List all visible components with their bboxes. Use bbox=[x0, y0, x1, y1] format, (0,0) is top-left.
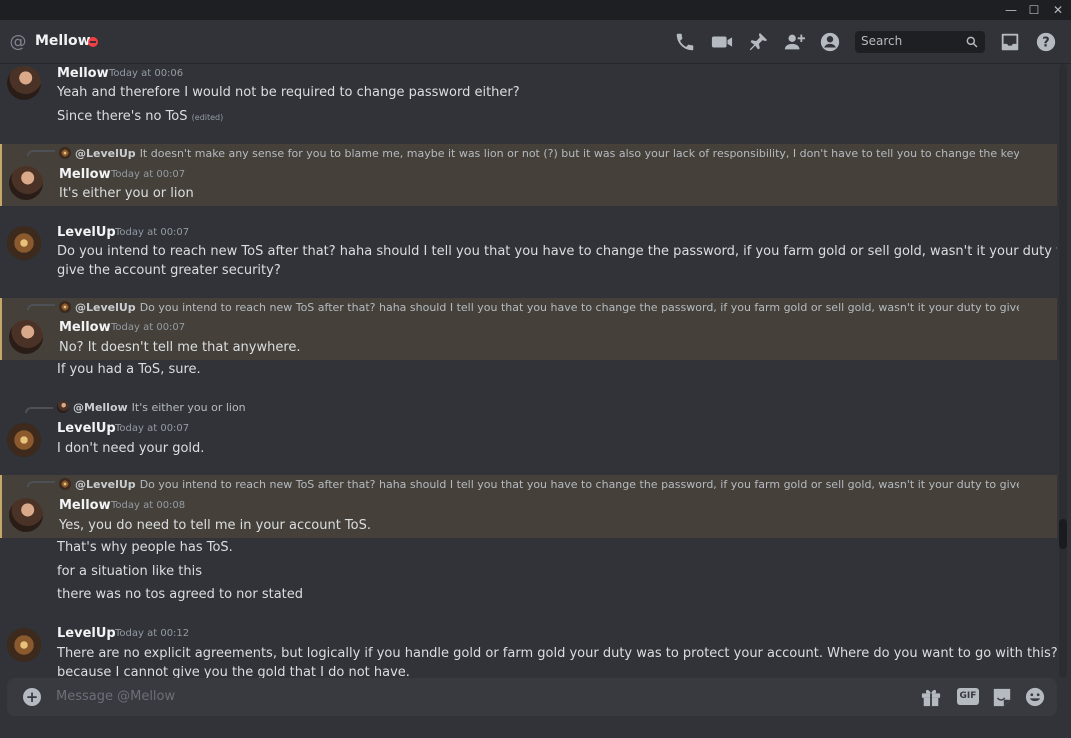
message: LevelUp Today at 00:12 There are no expl… bbox=[0, 624, 1057, 678]
avatar[interactable] bbox=[9, 320, 43, 354]
reply-avatar bbox=[59, 301, 71, 313]
message-text: because I cannot give you the gold that … bbox=[57, 665, 410, 678]
message-text: for a situation like this bbox=[57, 564, 202, 579]
message-text: It's either you or lion bbox=[59, 186, 194, 201]
message-text: There are no explicit agreements, but lo… bbox=[57, 646, 1057, 661]
message-highlighted: @LevelUp It doesn't make any sense for yo… bbox=[0, 144, 1057, 206]
message-timestamp: Today at 00:07 bbox=[111, 169, 186, 180]
message-list[interactable]: Mellow Today at 00:06 Yeah and therefore… bbox=[0, 64, 1057, 678]
dnd-status-icon bbox=[88, 37, 98, 47]
sticker-icon[interactable] bbox=[991, 687, 1013, 707]
scrollbar-thumb[interactable] bbox=[1059, 519, 1067, 549]
message: @Mellow It's either you or lion LevelUp T… bbox=[0, 397, 1057, 467]
avatar[interactable] bbox=[7, 423, 41, 457]
search-icon bbox=[966, 36, 978, 48]
message-text: I don't need your gold. bbox=[57, 441, 205, 456]
help-icon[interactable]: ? bbox=[1035, 31, 1057, 53]
message-text: there was no tos agreed to nor stated bbox=[57, 587, 304, 602]
reply-avatar bbox=[57, 401, 69, 413]
message-text: That's why people has ToS. bbox=[57, 540, 233, 555]
search-input[interactable]: Search bbox=[855, 31, 985, 53]
reply-connector bbox=[27, 150, 55, 156]
message-text: Since there's no ToS (edited) bbox=[57, 109, 224, 124]
message-continuation: That's why people has ToS. for a situati… bbox=[0, 538, 1057, 610]
reply-preview[interactable]: @LevelUp Do you intend to reach new ToS a… bbox=[59, 301, 1019, 314]
message-timestamp: Today at 00:12 bbox=[115, 628, 190, 639]
message-highlighted: @LevelUp Do you intend to reach new ToS a… bbox=[0, 298, 1057, 360]
maximize-button[interactable]: ☐ bbox=[1026, 2, 1042, 18]
message-text: No? It doesn't tell me that anywhere. bbox=[59, 340, 301, 355]
at-icon: @ bbox=[9, 32, 27, 52]
gift-icon[interactable] bbox=[920, 687, 942, 707]
avatar[interactable] bbox=[7, 226, 41, 260]
message-text: Yes, you do need to tell me in your acco… bbox=[59, 518, 371, 533]
message-author[interactable]: LevelUp bbox=[57, 421, 116, 436]
reply-avatar bbox=[59, 147, 71, 159]
inbox-icon[interactable] bbox=[999, 31, 1021, 53]
add-friend-icon[interactable] bbox=[783, 31, 805, 53]
message-timestamp: Today at 00:07 bbox=[115, 227, 190, 238]
message-author[interactable]: LevelUp bbox=[57, 626, 116, 641]
avatar[interactable] bbox=[7, 66, 41, 100]
search-placeholder: Search bbox=[861, 34, 903, 48]
edited-tag: (edited) bbox=[191, 113, 224, 122]
message-text: If you had a ToS, sure. bbox=[57, 362, 201, 377]
message-highlighted: @LevelUp Do you intend to reach new ToS a… bbox=[0, 475, 1057, 538]
channel-header: @ Mellow Search ? bbox=[0, 20, 1071, 64]
message-continuation: If you had a ToS, sure. bbox=[0, 360, 1057, 384]
emoji-icon[interactable] bbox=[1024, 687, 1046, 707]
reply-avatar bbox=[59, 478, 71, 490]
pin-icon[interactable] bbox=[747, 31, 769, 53]
avatar[interactable] bbox=[9, 166, 43, 200]
close-button[interactable]: ✕ bbox=[1050, 2, 1066, 18]
window-titlebar: — ☐ ✕ bbox=[0, 0, 1071, 20]
reply-connector bbox=[25, 407, 53, 413]
video-icon[interactable] bbox=[711, 31, 733, 53]
message-scrollbar[interactable] bbox=[1059, 64, 1067, 678]
message-text: Yeah and therefore I would not be requir… bbox=[57, 85, 520, 100]
minimize-button[interactable]: — bbox=[1003, 2, 1019, 18]
reply-preview[interactable]: @LevelUp Do you intend to reach new ToS a… bbox=[59, 478, 1019, 491]
message-timestamp: Today at 00:07 bbox=[111, 322, 186, 333]
message-timestamp: Today at 00:06 bbox=[109, 68, 184, 79]
add-attachment-button[interactable]: + bbox=[23, 688, 41, 706]
message-author[interactable]: Mellow bbox=[59, 167, 111, 182]
message: Mellow Today at 00:06 Yeah and therefore… bbox=[0, 64, 1057, 144]
profile-icon[interactable] bbox=[819, 31, 841, 53]
message-timestamp: Today at 00:07 bbox=[115, 423, 190, 434]
avatar[interactable] bbox=[7, 628, 41, 662]
message-author[interactable]: Mellow bbox=[59, 320, 111, 335]
message-text: give the account greater security? bbox=[57, 263, 281, 278]
message-author[interactable]: Mellow bbox=[59, 498, 111, 513]
reply-preview[interactable]: @Mellow It's either you or lion bbox=[57, 401, 1017, 414]
reply-preview[interactable]: @LevelUp It doesn't make any sense for yo… bbox=[59, 147, 1019, 160]
reply-connector bbox=[27, 481, 55, 487]
message-input[interactable]: Message @Mellow bbox=[56, 689, 175, 704]
message-text: Do you intend to reach new ToS after tha… bbox=[57, 244, 1057, 259]
call-icon[interactable] bbox=[674, 31, 696, 53]
avatar[interactable] bbox=[9, 498, 43, 532]
message-author[interactable]: LevelUp bbox=[57, 225, 116, 240]
channel-name[interactable]: Mellow bbox=[35, 33, 91, 49]
message-author[interactable]: Mellow bbox=[57, 66, 109, 81]
svg-text:?: ? bbox=[1042, 36, 1049, 51]
message-timestamp: Today at 00:08 bbox=[111, 500, 186, 511]
message-composer: + Message @Mellow GIF bbox=[7, 678, 1057, 716]
reply-connector bbox=[27, 304, 55, 310]
message: LevelUp Today at 00:07 Do you intend to … bbox=[0, 222, 1057, 292]
gif-button[interactable]: GIF bbox=[957, 688, 979, 705]
